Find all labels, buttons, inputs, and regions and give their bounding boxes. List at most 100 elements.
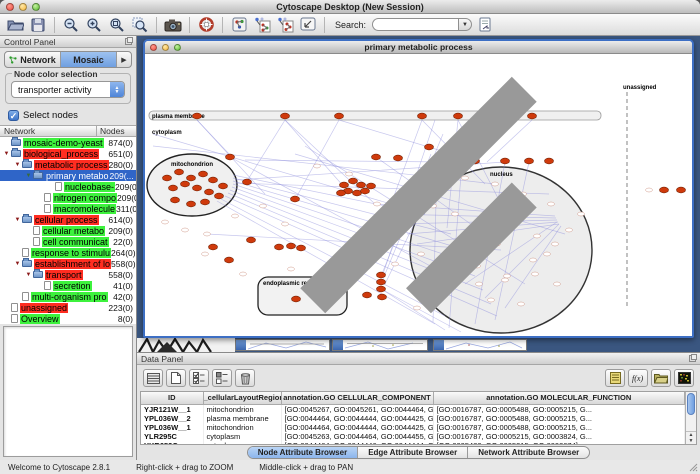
- search-options-icon[interactable]: [475, 16, 495, 34]
- open-icon[interactable]: [5, 16, 25, 34]
- svg-text:f(x): f(x): [632, 374, 643, 383]
- table-row[interactable]: YPL036W__2plasma membrane[GO:0044464, GO…: [141, 414, 685, 423]
- table-cell: [GO:0044464, GO:0044444, GO:0044425, G..…: [281, 414, 433, 423]
- vizmapper-icon[interactable]: [229, 16, 249, 34]
- table-row[interactable]: YJR121W__1mitochondrion[GO:0045267, GO:0…: [141, 404, 685, 414]
- tree-row[interactable]: ▼establishment of lo558(0): [0, 258, 136, 269]
- tab-network-attribute-browser[interactable]: Network Attribute Browser: [468, 447, 589, 458]
- birds-eye-view[interactable]: [3, 326, 133, 457]
- zoom-in-icon[interactable]: [84, 16, 104, 34]
- scrollbar-thumb[interactable]: [687, 393, 695, 415]
- attribute-checklist-icon[interactable]: [189, 369, 209, 387]
- tree-row[interactable]: cellular metabo209(0): [0, 225, 136, 236]
- import-folder-icon[interactable]: [651, 369, 671, 387]
- annotation-icon[interactable]: [298, 16, 318, 34]
- layout-icon-2[interactable]: [275, 16, 295, 34]
- network-tree: mosaic-demo-yeast874(0)▼biological_proce…: [0, 137, 136, 324]
- tree-row[interactable]: ▼metabolic process280(0): [0, 159, 136, 170]
- background-mini-window[interactable]: [332, 339, 428, 351]
- network-tab-icon: [9, 56, 17, 64]
- node-color-selection-group: Node color selection transporter activit…: [5, 73, 131, 104]
- layout-icon-1[interactable]: [252, 16, 272, 34]
- tree-row[interactable]: unassigned223(0): [0, 302, 136, 313]
- tree-row-label: mosaic-demo-yeast: [23, 138, 104, 148]
- tree-row[interactable]: ▼cellular process614(0): [0, 214, 136, 225]
- snapshot-icon[interactable]: [163, 16, 183, 34]
- delete-attribute-icon[interactable]: [235, 369, 255, 387]
- tree-row-label: secretion: [53, 281, 92, 291]
- new-attribute-icon[interactable]: [166, 369, 186, 387]
- data-panel: Data Panel: [137, 352, 700, 460]
- float-panel-icon[interactable]: [125, 38, 132, 45]
- zoom-fit-icon[interactable]: [107, 16, 127, 34]
- network-window-titlebar[interactable]: primary metabolic process: [145, 41, 692, 54]
- node-color-dropdown[interactable]: transporter activity ▲▼: [11, 81, 125, 98]
- expand-arrow-icon[interactable]: ▼: [2, 151, 11, 157]
- table-row[interactable]: YPL036W__1mitochondrion[GO:0044464, GO:0…: [141, 423, 685, 432]
- tab-network[interactable]: Network: [5, 52, 61, 67]
- tab-edge-attribute-browser[interactable]: Edge Attribute Browser: [358, 447, 468, 458]
- table-column-header[interactable]: annotation.GO MOLECULAR_FUNCTION: [433, 392, 685, 404]
- expand-arrow-icon[interactable]: ▼: [13, 261, 22, 267]
- zoom-out-icon[interactable]: [61, 16, 81, 34]
- formula-icon[interactable]: f(x): [628, 369, 648, 387]
- main-titlebar[interactable]: Cytoscape Desktop (New Session): [0, 0, 700, 14]
- search-input[interactable]: [372, 18, 458, 31]
- table-row[interactable]: YKR052Ccytoplasm[GO:0044464, GO:0044446,…: [141, 441, 685, 445]
- doc-icon: [22, 248, 29, 257]
- tree-row[interactable]: response to stimulu264(0): [0, 247, 136, 258]
- attribute-select-icon[interactable]: [143, 369, 163, 387]
- window-resize-grip-icon[interactable]: [689, 463, 698, 472]
- tree-row[interactable]: nitrogen compo209(0): [0, 192, 136, 203]
- save-icon[interactable]: [28, 16, 48, 34]
- select-nodes-checkbox[interactable]: ✓: [8, 110, 19, 121]
- tree-row[interactable]: cell communicat22(0): [0, 236, 136, 247]
- tree-row[interactable]: macromolecule311(0): [0, 203, 136, 214]
- tabs-overflow-arrow-icon[interactable]: ▶: [117, 52, 131, 67]
- expand-arrow-icon[interactable]: ▼: [13, 162, 22, 168]
- tree-row[interactable]: ▼primary metabo209(...: [0, 170, 136, 181]
- background-mini-window[interactable]: [433, 339, 527, 351]
- search-label: Search:: [335, 20, 366, 30]
- expand-arrow-icon[interactable]: ▼: [13, 217, 22, 223]
- tree-row[interactable]: ▼biological_process651(0): [0, 148, 136, 159]
- notes-icon[interactable]: [605, 369, 625, 387]
- network-view-window[interactable]: primary metabolic process plasma membran…: [143, 39, 694, 338]
- tree-row-count: 311(0): [116, 204, 136, 214]
- scrollbar-buttons[interactable]: ▲▼: [686, 431, 696, 444]
- table-column-header[interactable]: ID: [141, 392, 203, 404]
- tree-header-nodes[interactable]: Nodes: [96, 126, 136, 136]
- expand-arrow-icon[interactable]: ▼: [24, 272, 33, 278]
- search-dropdown-icon[interactable]: ▼: [458, 18, 472, 31]
- tree-row-count: 209(0): [108, 226, 136, 236]
- table-cell: cytoplasm: [203, 432, 281, 441]
- tab-mosaic[interactable]: Mosaic: [61, 52, 117, 67]
- attribute-boxes-icon[interactable]: [212, 369, 232, 387]
- table-cell: [GO:0044464, GO:0044446, GO:0044444, G..…: [281, 441, 433, 445]
- expand-arrow-icon[interactable]: ▼: [24, 173, 33, 179]
- doc-icon: [33, 237, 40, 246]
- tree-row[interactable]: mosaic-demo-yeast874(0): [0, 137, 136, 148]
- table-row[interactable]: YLR295Ccytoplasm[GO:0045263, GO:0044464,…: [141, 432, 685, 441]
- tree-header-network[interactable]: Network: [0, 126, 96, 136]
- table-column-header[interactable]: _cellularLayoutRegion: [203, 392, 281, 404]
- doc-icon: [11, 303, 18, 312]
- help-icon[interactable]: [196, 16, 216, 34]
- zoom-selected-icon[interactable]: [130, 16, 150, 34]
- tree-row[interactable]: nucleobase-209(0): [0, 181, 136, 192]
- tab-node-attribute-browser[interactable]: Node Attribute Browser: [248, 447, 359, 458]
- resize-grip-icon[interactable]: [145, 54, 692, 336]
- matrix-icon[interactable]: [674, 369, 694, 387]
- table-column-header[interactable]: annotation.GO CELLULAR_COMPONENT: [281, 392, 433, 404]
- doc-icon: [44, 193, 51, 202]
- tree-row-label: transport: [45, 270, 83, 280]
- table-scrollbar[interactable]: ▲▼: [685, 392, 696, 444]
- network-canvas[interactable]: plasma membrane cytoplasm mitochondrion …: [145, 54, 692, 336]
- tree-row[interactable]: Overview8(0): [0, 313, 136, 324]
- tree-row[interactable]: ▼transport558(0): [0, 269, 136, 280]
- float-panel-icon[interactable]: [689, 355, 696, 362]
- table-cell: cytoplasm: [203, 441, 281, 445]
- tree-row[interactable]: multi-organism pro42(0): [0, 291, 136, 302]
- tree-row[interactable]: secretion41(0): [0, 280, 136, 291]
- background-mini-window[interactable]: [235, 339, 330, 351]
